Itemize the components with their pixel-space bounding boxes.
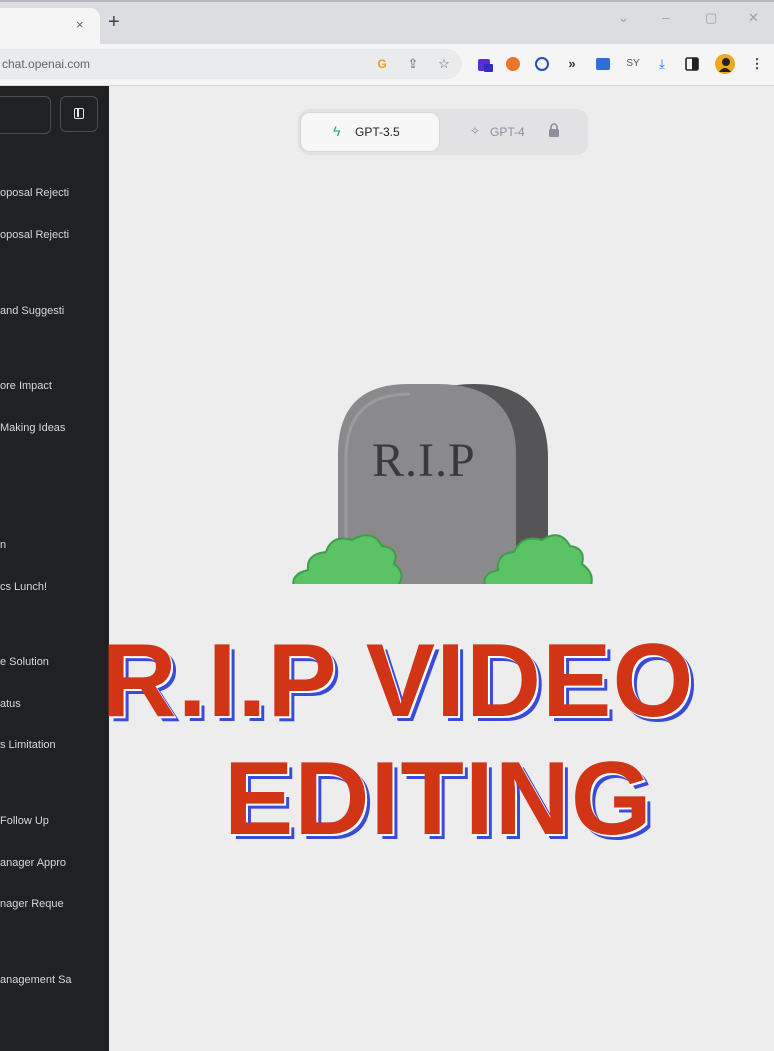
toggle-sidebar-button[interactable]	[60, 96, 98, 132]
extension-4-icon[interactable]: »	[563, 55, 581, 73]
sidebar-toggle-icon	[74, 108, 84, 119]
tombstone-illustration: R.I.P	[286, 378, 606, 603]
sidebar-chat-item[interactable]: oposal Rejecti	[0, 229, 109, 241]
sidebar-chat-item[interactable]: n	[0, 539, 109, 551]
tab-search-icon[interactable]: ⌄	[618, 10, 629, 26]
sidebar-chat-item[interactable]: Making Ideas	[0, 422, 109, 434]
tombstone-text: R.I.P	[372, 434, 476, 487]
tab-close-icon[interactable]: ×	[76, 17, 84, 32]
minimize-button[interactable]: –	[662, 10, 669, 25]
extension-2-icon[interactable]	[504, 55, 522, 73]
download-icon[interactable]: ⤓	[653, 55, 671, 73]
lightning-icon: ϟ	[333, 123, 341, 139]
sidebar-chat-item[interactable]: anagement Sa	[0, 974, 109, 986]
new-chat-button[interactable]	[0, 96, 51, 134]
gpt-3-5-label: GPT-3.5	[355, 125, 400, 139]
url-text[interactable]: chat.openai.com	[2, 57, 90, 71]
gpt-4-tab[interactable]: ✧ GPT-4	[444, 112, 584, 152]
new-tab-button[interactable]: +	[108, 12, 120, 32]
extension-3-icon[interactable]	[533, 55, 551, 73]
sidebar-chat-item[interactable]: oposal Rejecti	[0, 187, 109, 199]
chat-history-sidebar: oposal Rejecti oposal Rejecti and Sugges…	[0, 86, 109, 1051]
bookmark-star-icon[interactable]: ☆	[435, 55, 453, 73]
google-icon[interactable]: G	[373, 55, 391, 73]
gpt-4-label: GPT-4	[490, 125, 525, 139]
close-window-button[interactable]: ✕	[748, 10, 759, 26]
sidebar-chat-item[interactable]: and Suggesti	[0, 305, 109, 317]
extension-6-icon[interactable]: SY	[624, 55, 642, 73]
headline-line-2: EDITING	[224, 741, 653, 857]
extension-1-icon[interactable]	[476, 55, 494, 73]
browser-tab-strip: × + ⌄ – ▢ ✕	[0, 0, 774, 46]
lock-icon	[548, 123, 560, 142]
extension-5-icon[interactable]	[594, 55, 612, 73]
sparkle-icon: ✧	[470, 124, 481, 138]
model-switcher: ϟ GPT-3.5 ✧ GPT-4	[298, 109, 588, 155]
sidebar-chat-item[interactable]: cs Lunch!	[0, 581, 109, 593]
kebab-menu-icon[interactable]: ⋮	[748, 55, 766, 73]
profile-avatar-icon[interactable]	[714, 53, 736, 75]
headline-line-1: R.I.P VIDEO	[101, 623, 695, 739]
browser-tab[interactable]: ×	[0, 8, 100, 46]
maximize-button[interactable]: ▢	[705, 10, 717, 26]
browser-toolbar: chat.openai.com G ⇪ ☆ » SY ⤓ ⋮	[0, 44, 774, 86]
gpt-3-5-tab[interactable]: ϟ GPT-3.5	[300, 112, 440, 152]
sidebar-chat-item[interactable]: nager Reque	[0, 898, 109, 910]
sidebar-chat-item[interactable]: ore Impact	[0, 380, 109, 392]
side-panel-icon[interactable]	[683, 55, 701, 73]
share-icon[interactable]: ⇪	[404, 55, 422, 73]
address-bar[interactable]: chat.openai.com G ⇪ ☆	[0, 49, 462, 79]
